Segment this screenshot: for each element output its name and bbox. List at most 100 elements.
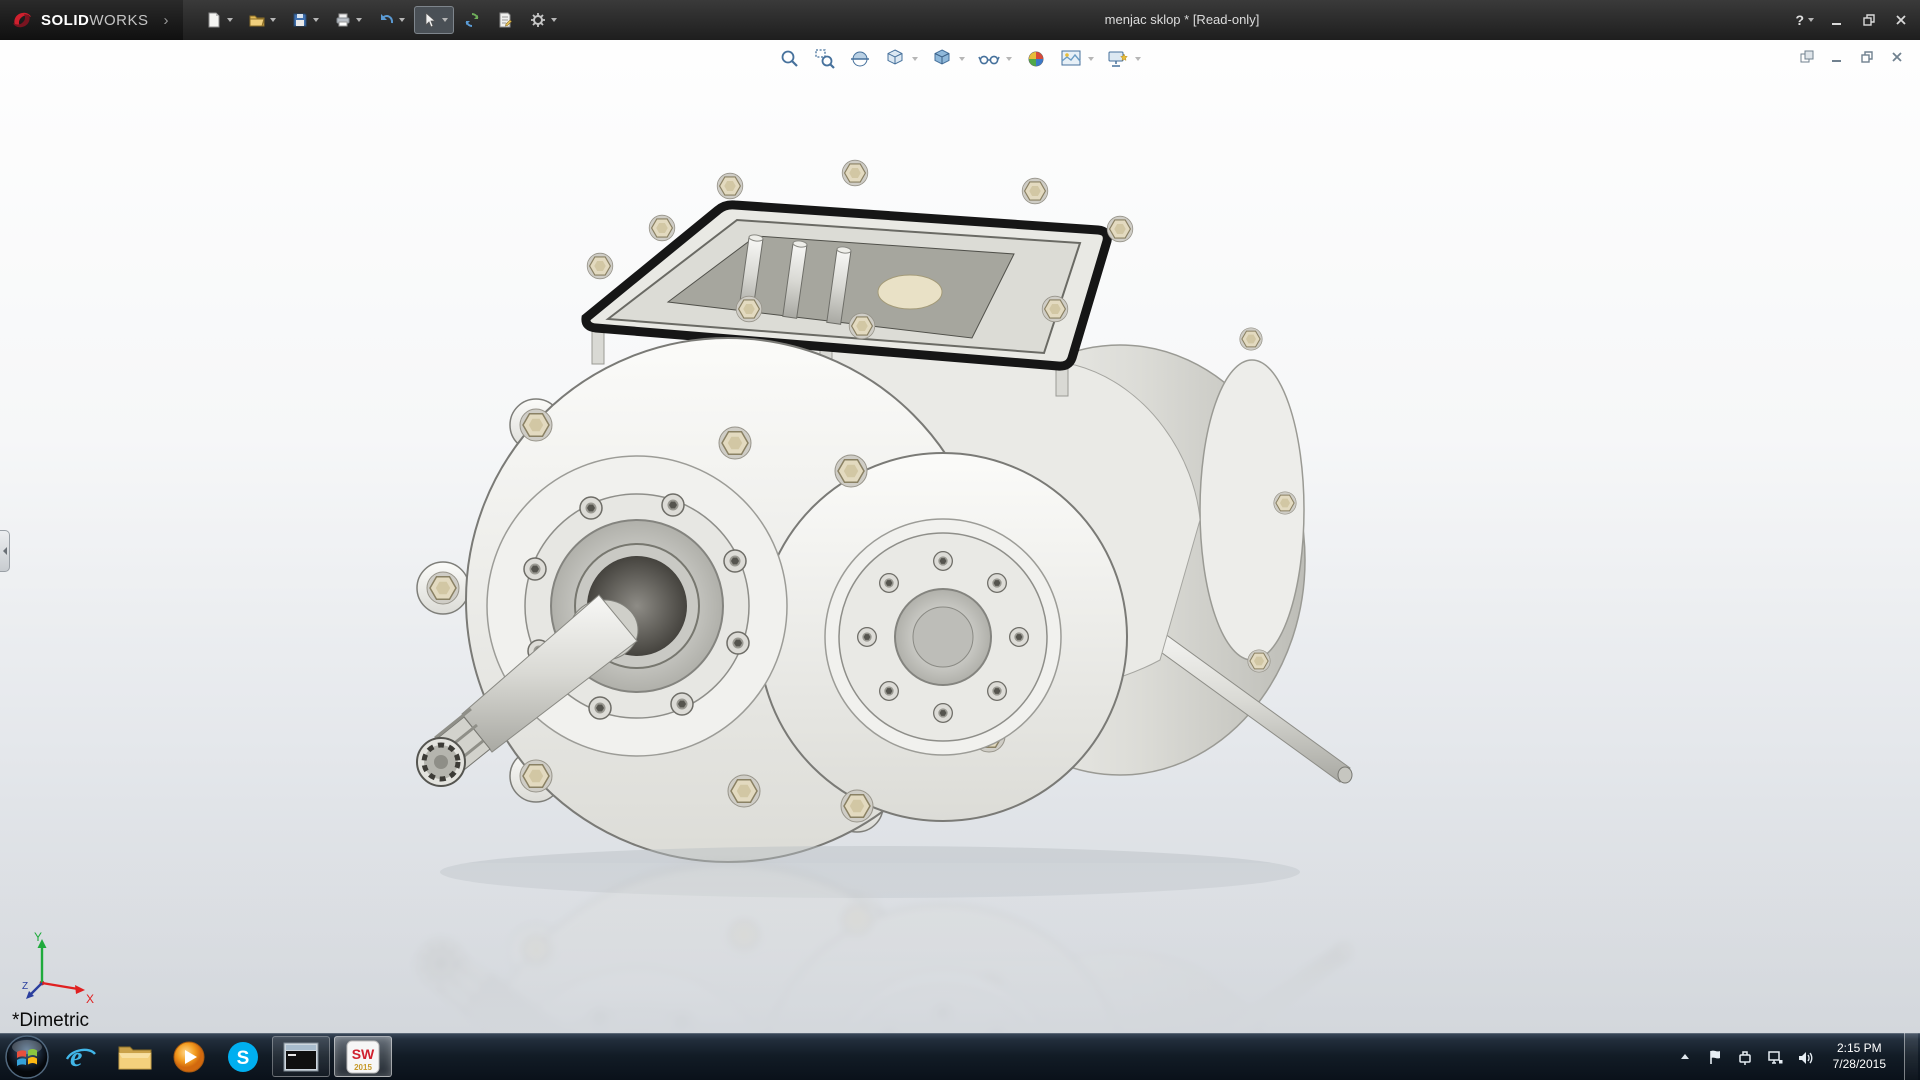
dropdown-caret[interactable] xyxy=(912,57,918,61)
brand-text-light: WORKS xyxy=(89,12,148,29)
taskbar-media-player[interactable] xyxy=(162,1033,216,1080)
close-button[interactable] xyxy=(1888,9,1914,31)
select-arrow-icon xyxy=(420,11,438,29)
document-window-controls xyxy=(1798,49,1906,65)
dassault-systemes-logo xyxy=(10,8,34,32)
taskbar-clock[interactable]: 2:15 PM 7/28/2015 xyxy=(1825,1041,1894,1072)
network-button[interactable] xyxy=(1765,1044,1785,1070)
taskbar-windows-explorer[interactable] xyxy=(108,1033,162,1080)
clock-date: 7/28/2015 xyxy=(1833,1057,1886,1073)
triad-x-label: X xyxy=(86,992,94,1005)
titlebar: SOLIDWORKS › xyxy=(0,0,1920,40)
menu-expand-arrow[interactable]: › xyxy=(160,12,173,29)
dropdown-caret[interactable] xyxy=(551,18,557,22)
options-button[interactable] xyxy=(523,6,563,34)
folder-icon xyxy=(117,1042,153,1072)
undo-button[interactable] xyxy=(371,6,411,34)
hide-show-items-button[interactable] xyxy=(976,46,1014,72)
start-button[interactable] xyxy=(0,1033,54,1080)
view-orientation-cube-icon xyxy=(884,48,906,70)
dropdown-caret[interactable] xyxy=(227,18,233,22)
section-view-button[interactable] xyxy=(847,46,873,72)
feature-manager-flyout-tab[interactable] xyxy=(0,530,10,572)
zoom-to-fit-icon xyxy=(779,48,801,70)
print-icon xyxy=(334,11,352,29)
display-style-icon xyxy=(931,48,953,70)
apply-scene-icon xyxy=(1060,48,1082,70)
media-player-icon xyxy=(172,1040,206,1074)
3d-model-gearbox[interactable] xyxy=(0,40,1920,1033)
reference-triad: Y X Z xyxy=(22,931,96,1005)
zoom-to-area-button[interactable] xyxy=(812,46,838,72)
taskbar-skype[interactable]: S xyxy=(216,1033,270,1080)
window-group-icon xyxy=(1799,49,1815,65)
system-tray: 2:15 PM 7/28/2015 xyxy=(1675,1033,1920,1080)
main-toolbar xyxy=(199,6,563,34)
dropdown-caret[interactable] xyxy=(1006,57,1012,61)
svg-text:e: e xyxy=(70,1042,82,1073)
doc-restore-button[interactable] xyxy=(1858,49,1876,65)
doc-close-button[interactable] xyxy=(1888,49,1906,65)
triad-z-label: Z xyxy=(22,981,28,992)
solidworks-window: SOLIDWORKS › xyxy=(0,0,1920,1080)
safely-remove-hardware-icon xyxy=(1736,1048,1754,1066)
zoom-to-fit-button[interactable] xyxy=(777,46,803,72)
solidworks-year-badge: 2015 xyxy=(354,1063,372,1072)
view-orientation-label: *Dimetric xyxy=(12,1010,89,1032)
options-gear-icon xyxy=(529,11,547,29)
secondary-bearing-hub xyxy=(825,519,1061,755)
dropdown-caret[interactable] xyxy=(442,18,448,22)
restore-icon xyxy=(1861,12,1877,28)
taskbar-command-prompt[interactable] xyxy=(272,1036,330,1077)
open-button[interactable] xyxy=(242,6,282,34)
dropdown-caret[interactable] xyxy=(959,57,965,61)
network-icon xyxy=(1766,1048,1784,1066)
windows-taskbar: e S xyxy=(0,1033,1920,1080)
dropdown-caret[interactable] xyxy=(313,18,319,22)
safely-remove-hardware-button[interactable] xyxy=(1735,1044,1755,1070)
file-properties-button[interactable] xyxy=(490,6,520,34)
brand-text: SOLIDWORKS xyxy=(41,12,149,29)
minimize-button[interactable] xyxy=(1824,9,1850,31)
doc-minimize-button[interactable] xyxy=(1828,49,1846,65)
apply-scene-button[interactable] xyxy=(1058,46,1096,72)
edit-appearance-button[interactable] xyxy=(1023,46,1049,72)
action-center-button[interactable] xyxy=(1705,1044,1725,1070)
taskbar-solidworks[interactable]: SW 2015 xyxy=(334,1036,392,1077)
print-button[interactable] xyxy=(328,6,368,34)
dropdown-caret[interactable] xyxy=(270,18,276,22)
taskbar-internet-explorer[interactable]: e xyxy=(54,1033,108,1080)
close-icon xyxy=(1893,12,1909,28)
solidworks-app-icon: SW 2015 xyxy=(346,1040,380,1074)
save-button[interactable] xyxy=(285,6,325,34)
view-settings-button[interactable] xyxy=(1105,46,1143,72)
select-tool-button[interactable] xyxy=(414,6,454,34)
section-view-icon xyxy=(849,48,871,70)
dropdown-caret[interactable] xyxy=(356,18,362,22)
display-style-button[interactable] xyxy=(929,46,967,72)
open-folder-icon xyxy=(248,11,266,29)
flag-icon xyxy=(1706,1048,1724,1066)
doc-restore-icon xyxy=(1859,49,1875,65)
svg-text:SW: SW xyxy=(352,1046,375,1062)
help-glyph: ? xyxy=(1795,12,1804,28)
help-button[interactable]: ? xyxy=(1791,10,1818,30)
dropdown-caret[interactable] xyxy=(1808,18,1814,22)
dropdown-caret[interactable] xyxy=(1088,57,1094,61)
volume-button[interactable] xyxy=(1795,1044,1815,1070)
view-orientation-button[interactable] xyxy=(882,46,920,72)
doc-window-group-button[interactable] xyxy=(1798,49,1816,65)
dropdown-caret[interactable] xyxy=(1135,57,1141,61)
document-title: menjac sklop * [Read-only] xyxy=(982,12,1382,27)
rebuild-button[interactable] xyxy=(457,6,487,34)
doc-close-icon xyxy=(1889,49,1905,65)
edit-appearance-ball-icon xyxy=(1025,48,1047,70)
dropdown-caret[interactable] xyxy=(399,18,405,22)
tray-expand-button[interactable] xyxy=(1675,1044,1695,1070)
volume-icon xyxy=(1796,1048,1814,1066)
clock-time: 2:15 PM xyxy=(1833,1041,1886,1057)
new-document-button[interactable] xyxy=(199,6,239,34)
maximize-restore-button[interactable] xyxy=(1856,9,1882,31)
show-desktop-button[interactable] xyxy=(1904,1033,1918,1080)
windows-start-icon xyxy=(4,1034,50,1080)
